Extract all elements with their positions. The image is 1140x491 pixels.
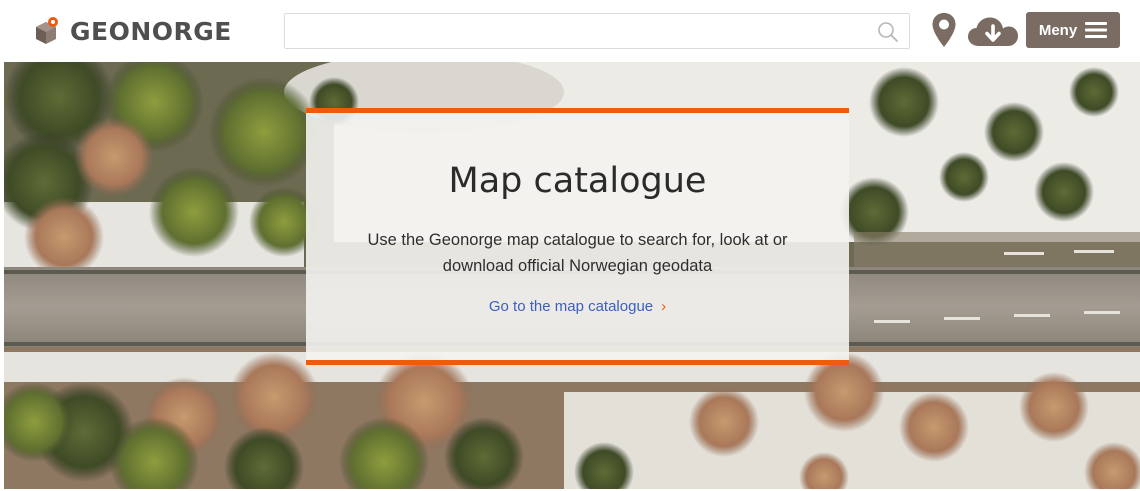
map-pin-icon[interactable] <box>931 12 957 48</box>
geonorge-logo-icon <box>36 17 58 44</box>
search-icon[interactable] <box>877 21 899 43</box>
logo-text: GEONORGE <box>70 16 232 46</box>
menu-button[interactable]: Meny <box>1026 12 1120 48</box>
menu-label: Meny <box>1038 21 1078 39</box>
cloud-download-icon[interactable] <box>967 16 1019 48</box>
go-to-map-catalogue-link[interactable]: Go to the map catalogue › <box>306 298 849 315</box>
search-input[interactable] <box>285 14 865 48</box>
hamburger-icon <box>1085 22 1108 38</box>
page-title: Map catalogue <box>448 161 707 201</box>
search-box <box>284 13 910 49</box>
geonorge-logo[interactable]: GEONORGE <box>34 12 232 50</box>
hero-card: Map catalogue Use the Geonorge map catal… <box>306 108 849 365</box>
site-header: GEONORGE Meny <box>0 0 1140 62</box>
chevron-right-icon: › <box>661 298 667 315</box>
hero-description: Use the Geonorge map catalogue to search… <box>367 231 788 275</box>
hero-banner: Map catalogue Use the Geonorge map catal… <box>4 62 1140 489</box>
link-label: Go to the map catalogue <box>488 298 654 315</box>
